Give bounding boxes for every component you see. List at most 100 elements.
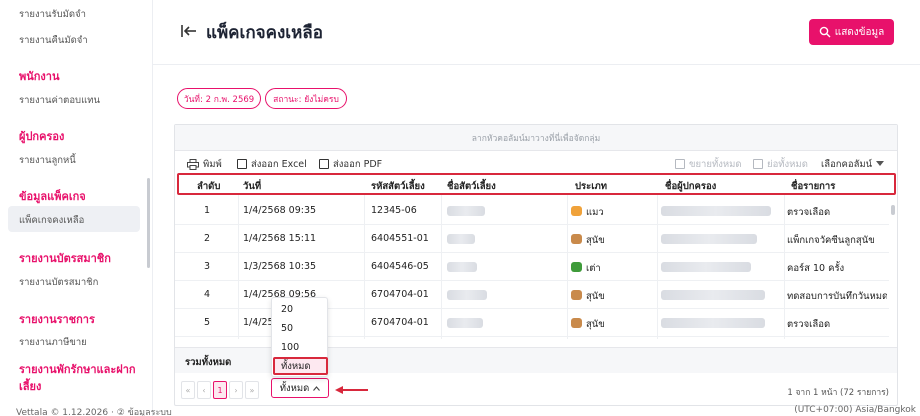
cell-type-label: สุนัข — [586, 319, 605, 330]
cell-item: ตรวจเลือด — [787, 319, 831, 330]
back-collapse-icon[interactable] — [180, 22, 198, 40]
column-header-guardian[interactable]: ชื่อผู้ปกครอง — [665, 179, 716, 194]
prev-page-button[interactable]: ‹ — [197, 381, 211, 399]
first-page-button[interactable]: « — [181, 381, 195, 399]
dog-icon — [571, 290, 582, 300]
page-size-dropdown: 20 50 100 ทั้งหมด — [271, 297, 328, 377]
cell-no: 3 — [204, 261, 211, 272]
export-excel-button[interactable]: ส่งออก Excel — [237, 156, 307, 172]
print-button[interactable]: พิมพ์ — [187, 156, 222, 172]
export-pdf-button[interactable]: ส่งออก PDF — [319, 156, 382, 172]
sidebar-item-compensation[interactable]: รายงานค่าตอบแทน — [19, 93, 100, 108]
sidebar-item-debtors[interactable]: รายงานลูกหนี้ — [19, 153, 76, 168]
table-row[interactable]: 3 1/3/2568 10:35 6404546-05 เต่า คอร์ส 1… — [175, 253, 889, 281]
sidebar-item-deposit-received[interactable]: รายงานรับมัดจำ — [19, 7, 86, 22]
redacted-guardian-name — [661, 234, 757, 244]
show-data-label: แสดงข้อมูล — [834, 26, 885, 38]
sidebar-scrollbar[interactable] — [147, 178, 150, 268]
sidebar-item-package-remaining[interactable]: แพ็คเกจคงเหลือ — [19, 213, 84, 228]
sidebar: รายงานรับมัดจำ รายงานคืนมัดจำ พนักงาน รา… — [0, 0, 153, 416]
choose-columns-label: เลือกคอลัมน์ — [821, 158, 873, 170]
page-size-select[interactable]: ทั้งหมด — [271, 378, 329, 398]
cat-icon — [571, 206, 582, 216]
table-row[interactable]: 2 1/4/2568 15:11 6404551-01 สุนัข แพ็กเก… — [175, 225, 889, 253]
footer-version: Vettala © 1.12.2026 · ② ข้อมูลระบบ — [16, 408, 172, 416]
redacted-pet-name — [447, 262, 477, 272]
record-count: 1 จาก 1 หน้า (72 รายการ) — [787, 388, 889, 398]
column-header-date[interactable]: วันที่ — [243, 179, 261, 194]
table-scrollbar[interactable] — [891, 205, 895, 215]
column-header-type[interactable]: ประเภท — [575, 179, 607, 194]
cell-type-label: สุนัข — [586, 291, 605, 302]
header-divider — [153, 64, 920, 65]
collapse-all-button[interactable]: ย่อทั้งหมด — [753, 156, 808, 172]
redacted-guardian-name — [661, 206, 771, 216]
show-data-button[interactable]: แสดงข้อมูล — [809, 19, 894, 45]
page-size-option-20[interactable]: 20 — [281, 304, 293, 315]
cell-pet-code: 6704704-01 — [371, 317, 429, 328]
cell-no: 4 — [204, 289, 211, 300]
date-filter-chip[interactable]: วันที่: 2 ก.พ. 2569 — [177, 88, 261, 109]
cell-type: สุนัข — [571, 317, 605, 332]
export-excel-label: ส่งออก Excel — [251, 158, 307, 170]
redacted-pet-name — [447, 318, 483, 328]
sidebar-section-government: รายงานราชการ — [19, 313, 95, 326]
cell-date: 1/3/2568 10:35 — [243, 261, 317, 272]
pagination: « ‹ 1 › » — [181, 381, 259, 399]
cell-date: 1/4/2568 09:35 — [243, 205, 317, 216]
turtle-icon — [571, 262, 582, 272]
last-page-button[interactable]: » — [245, 381, 259, 399]
expand-all-button[interactable]: ขยายทั้งหมด — [675, 156, 742, 172]
sidebar-section-staff: พนักงาน — [19, 70, 60, 83]
redacted-guardian-name — [661, 262, 751, 272]
sidebar-item-deposit-returned[interactable]: รายงานคืนมัดจำ — [19, 33, 88, 48]
redacted-pet-name — [447, 206, 485, 216]
cell-pet-code: 6404546-05 — [371, 261, 429, 272]
sidebar-item-sales-tax[interactable]: รายงานภาษีขาย — [19, 335, 87, 350]
annotation-arrow-icon — [335, 386, 368, 394]
page-size-option-all[interactable]: ทั้งหมด — [273, 357, 328, 375]
page-size-option-100[interactable]: 100 — [281, 342, 299, 353]
page-size-option-50[interactable]: 50 — [281, 323, 293, 334]
dog-icon — [571, 318, 582, 328]
cell-pet-code: 6704704-01 — [371, 289, 429, 300]
search-icon — [819, 26, 831, 38]
group-panel[interactable]: ลากหัวคอลัมน์มาวางที่นี่เพื่อจัดกลุ่ม — [175, 125, 897, 151]
table-row[interactable]: 1 1/4/2568 09:35 12345-06 แมว ตรวจเลือด — [175, 197, 889, 225]
export-pdf-label: ส่งออก PDF — [333, 158, 383, 170]
next-page-button[interactable]: › — [229, 381, 243, 399]
collapse-all-label: ย่อทั้งหมด — [767, 158, 808, 170]
page-title: แพ็คเกจคงเหลือ — [206, 23, 323, 43]
cell-type-label: เต่า — [586, 263, 601, 274]
redacted-pet-name — [447, 234, 475, 244]
caret-down-icon — [876, 161, 885, 166]
column-header-pet-name[interactable]: ชื่อสัตว์เลี้ยง — [447, 179, 496, 194]
cell-item: คอร์ส 10 ครั้ง — [787, 263, 845, 274]
sidebar-item-membership-report[interactable]: รายงานบัตรสมาชิก — [19, 275, 98, 290]
page-1-button[interactable]: 1 — [213, 381, 227, 399]
collapse-icon — [753, 159, 763, 169]
choose-columns-button[interactable]: เลือกคอลัมน์ — [821, 156, 885, 172]
chevron-up-icon — [313, 385, 321, 391]
cell-no: 1 — [204, 205, 211, 216]
printer-icon — [187, 158, 199, 170]
cell-type: เต่า — [571, 261, 601, 276]
column-header-item[interactable]: ชื่อรายการ — [791, 179, 835, 194]
total-label: รวมทั้งหมด — [185, 357, 232, 368]
cell-type: สุนัข — [571, 289, 605, 304]
cell-item: แพ็กเกจวัคซีนลูกสุนัข — [787, 235, 875, 246]
column-header-pet-code[interactable]: รหัสสัตว์เลี้ยง — [371, 179, 425, 194]
redacted-guardian-name — [661, 290, 765, 300]
cell-item: ทดสอบการบันทึกวันหมดอายุ — [787, 291, 887, 302]
column-header-no[interactable]: ลำดับ — [197, 179, 220, 194]
status-filter-chip[interactable]: สถานะ: ยังไม่ครบ — [265, 88, 347, 109]
expand-all-label: ขยายทั้งหมด — [689, 158, 742, 170]
redacted-pet-name — [447, 290, 487, 300]
page-size-value: ทั้งหมด — [279, 382, 310, 394]
sidebar-section-membership: รายงานบัตรสมาชิก — [19, 252, 111, 265]
print-label: พิมพ์ — [203, 158, 222, 170]
cell-type: แมว — [571, 205, 604, 220]
excel-icon — [237, 159, 247, 169]
cell-pet-code: 12345-06 — [371, 205, 417, 216]
sidebar-section-boarding: รายงานพักรักษาและฝากเลี้ยง — [19, 363, 136, 393]
